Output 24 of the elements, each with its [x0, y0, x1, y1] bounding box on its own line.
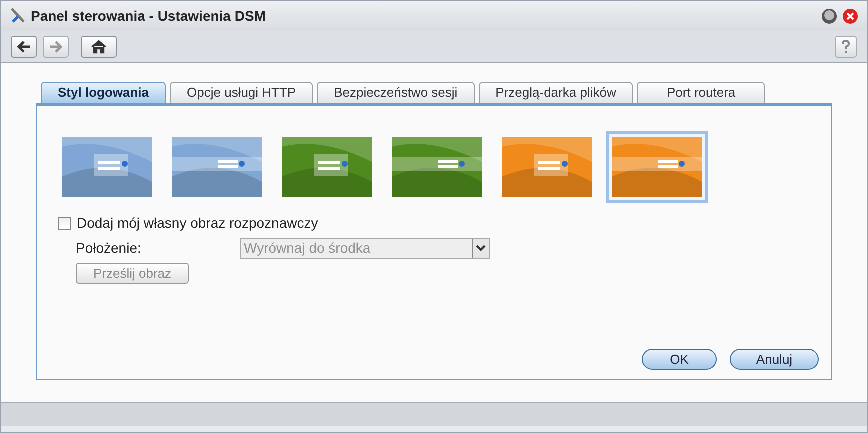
tab[interactable]: Bezpieczeństwo sesji: [317, 82, 475, 103]
tools-icon: [9, 7, 27, 25]
tab[interactable]: Przeglą-darka plików: [478, 82, 634, 103]
chevron-down-icon: [476, 245, 486, 252]
home-icon: [91, 40, 107, 54]
close-icon[interactable]: [842, 8, 859, 24]
back-button[interactable]: [11, 36, 37, 58]
forward-button[interactable]: [43, 36, 69, 58]
theme-thumbnail[interactable]: [606, 131, 708, 203]
help-icon: [841, 40, 851, 54]
arrow-right-icon: [49, 40, 63, 52]
tab[interactable]: Styl logowania: [41, 82, 166, 103]
tab[interactable]: Port routera: [637, 82, 766, 103]
help-button[interactable]: [835, 36, 857, 58]
position-label: Położenie:: [76, 239, 142, 258]
checkbox[interactable]: [58, 217, 71, 230]
minimize-icon[interactable]: [821, 8, 838, 24]
arrow-left-icon: [17, 40, 31, 52]
window-title: Panel sterowania - Ustawienia DSM: [31, 6, 267, 26]
home-button[interactable]: [81, 36, 117, 58]
tab[interactable]: Opcje usługi HTTP: [170, 82, 314, 103]
dialog-button[interactable]: Anuluj: [730, 349, 819, 370]
dialog-button[interactable]: OK: [642, 349, 717, 370]
checkbox-label: Dodaj mój własny obraz rozpoznawczy: [77, 214, 318, 233]
